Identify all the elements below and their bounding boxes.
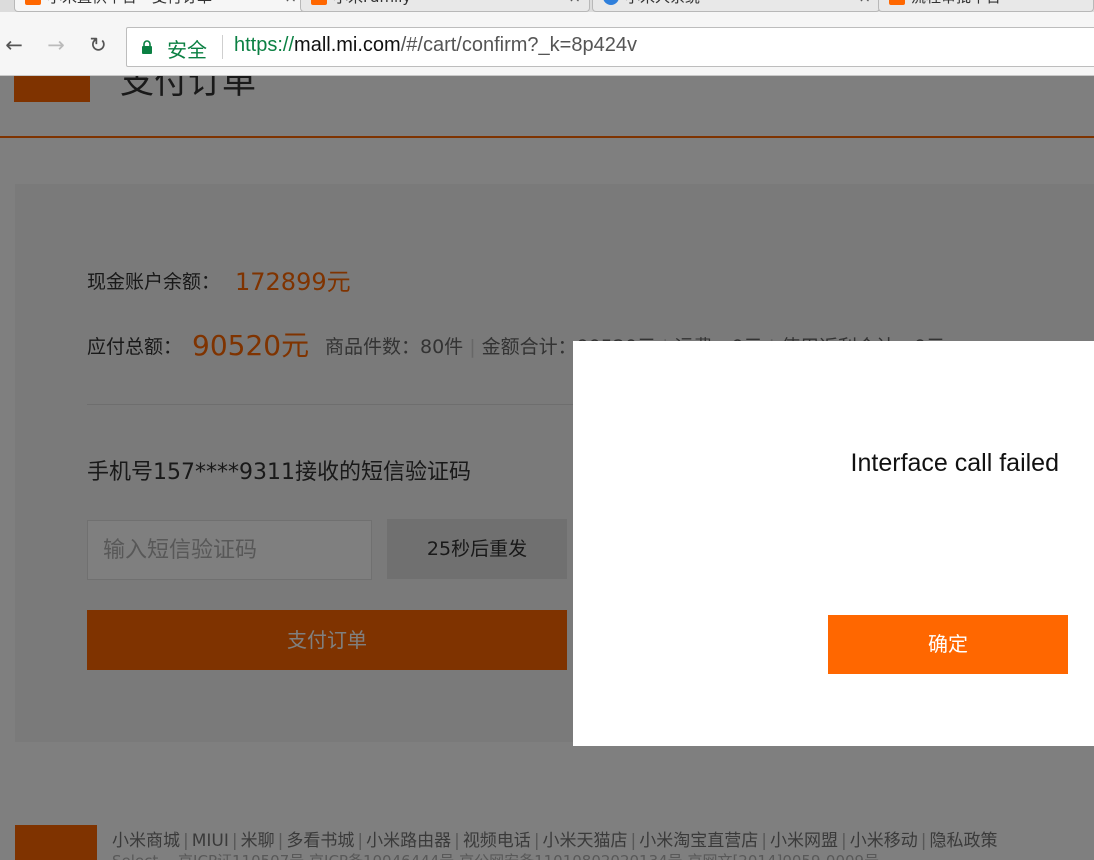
- tab-title: 小米人系统: [625, 0, 700, 8]
- tab-approval-platform[interactable]: 流程审批平台: [878, 0, 1094, 12]
- dialog-message: Interface call failed: [850, 449, 1059, 477]
- close-icon[interactable]: ×: [284, 0, 297, 8]
- error-dialog: Interface call failed 确定: [573, 341, 1094, 746]
- tab-mi-people[interactable]: 小米人系统 ×: [592, 0, 880, 12]
- back-arrow-icon[interactable]: ←: [3, 34, 25, 56]
- tab-title: 小米直供平台 - 支付订单: [47, 0, 212, 8]
- tab-strip: 小米直供平台 - 支付订单 × 小米Family × 小米人系统 × 流程审批平…: [0, 0, 1094, 12]
- omnibox-separator: [222, 35, 223, 59]
- lock-icon: [142, 40, 152, 54]
- secure-label: 安全: [167, 38, 207, 62]
- close-icon[interactable]: ×: [568, 0, 581, 8]
- browser-toolbar: ← → ↻ 安全 https://mall.mi.com/#/cart/conf…: [0, 12, 1094, 76]
- tab-mi-family[interactable]: 小米Family ×: [300, 0, 590, 12]
- tab-title: 流程审批平台: [911, 0, 1001, 8]
- forward-arrow-icon[interactable]: →: [45, 34, 67, 56]
- mi-favicon-icon: [889, 0, 905, 5]
- url-scheme: https://: [234, 34, 295, 56]
- mi-favicon-icon: [25, 0, 41, 5]
- url-text[interactable]: https://mall.mi.com/#/cart/confirm?_k=8p…: [234, 34, 637, 57]
- reload-icon[interactable]: ↻: [87, 34, 109, 56]
- blue-favicon-icon: [603, 0, 619, 5]
- confirm-button[interactable]: 确定: [828, 615, 1068, 674]
- mi-favicon-icon: [311, 0, 327, 5]
- tab-pay-order[interactable]: 小米直供平台 - 支付订单 ×: [14, 0, 306, 12]
- url-path: /#/cart/confirm?_k=8p424v: [400, 34, 637, 56]
- url-host: mall.mi.com: [294, 34, 401, 56]
- tab-title: 小米Family: [333, 0, 411, 8]
- address-bar[interactable]: 安全 https://mall.mi.com/#/cart/confirm?_k…: [126, 27, 1094, 67]
- close-icon[interactable]: ×: [858, 0, 871, 8]
